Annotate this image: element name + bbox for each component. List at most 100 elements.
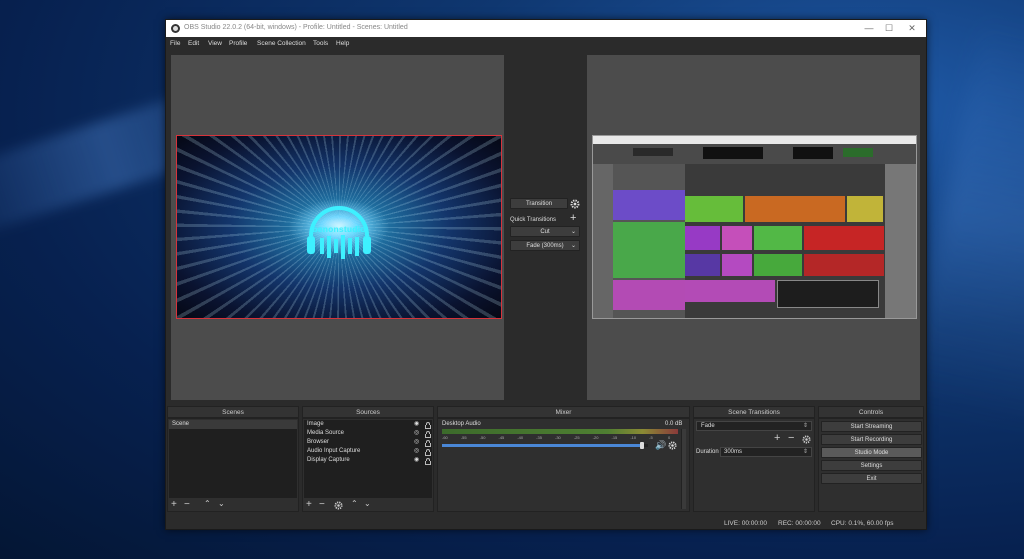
menu-edit[interactable]: Edit bbox=[188, 40, 199, 47]
daw-menubar bbox=[593, 136, 916, 144]
program-panel[interactable] bbox=[587, 55, 920, 400]
mixer-dock: Desktop Audio 0.0 dB -60 -55 -50 -45 -40 -35-… bbox=[437, 418, 690, 512]
quick-transitions-label: Quick Transitions bbox=[510, 217, 557, 223]
scene-item[interactable]: Scene bbox=[172, 421, 189, 427]
add-source-plus-icon[interactable]: + bbox=[306, 499, 312, 510]
menu-profile[interactable]: Profile bbox=[229, 40, 247, 47]
menu-help[interactable]: Help bbox=[336, 40, 349, 47]
move-up-chevron-icon[interactable]: ⌃ bbox=[351, 499, 358, 508]
start-streaming-button[interactable]: Start Streaming bbox=[821, 421, 922, 432]
transition-select[interactable]: Fade ⇕ bbox=[696, 421, 812, 431]
source-item-image[interactable]: Image bbox=[307, 421, 324, 427]
mixer-dock-header: Mixer bbox=[437, 406, 690, 418]
settings-button[interactable]: Settings bbox=[821, 460, 922, 471]
preview-image-source[interactable]: benonstudio bbox=[176, 135, 502, 319]
move-down-chevron-icon[interactable]: ⌄ bbox=[364, 499, 371, 508]
gear-icon[interactable] bbox=[570, 199, 580, 209]
transition-settings-gear-icon[interactable] bbox=[802, 435, 811, 444]
mixer-channel-name: Desktop Audio bbox=[442, 421, 481, 427]
move-down-chevron-icon[interactable]: ⌄ bbox=[218, 499, 225, 508]
cut-button[interactable]: Cut ⌄ bbox=[510, 226, 580, 237]
maximize-button[interactable]: ☐ bbox=[882, 23, 896, 34]
visibility-eye-icon[interactable]: ◉ bbox=[414, 420, 419, 427]
exit-button[interactable]: Exit bbox=[821, 473, 922, 484]
visibility-eye-off-icon[interactable]: ◎ bbox=[414, 447, 419, 454]
speaker-icon[interactable]: 🔊 bbox=[655, 440, 666, 451]
minimize-button[interactable]: — bbox=[862, 23, 876, 33]
lock-icon[interactable] bbox=[425, 458, 431, 465]
add-scene-plus-icon[interactable]: + bbox=[171, 499, 177, 510]
meter-scale-label: 0 bbox=[668, 435, 671, 440]
add-quick-transition-plus-icon[interactable]: + bbox=[570, 212, 576, 224]
visibility-eye-off-icon[interactable]: ◎ bbox=[414, 429, 419, 436]
visibility-eye-off-icon[interactable]: ◎ bbox=[414, 438, 419, 445]
meter-scale-label: -25 bbox=[573, 435, 580, 440]
preview-panel[interactable]: benonstudio bbox=[171, 55, 504, 400]
meter-scale: -60 -55 -50 -45 -40 -35 -30 -25 -20 -15 -10 -5 0 bbox=[442, 435, 678, 442]
obs-window: OBS Studio 22.0.2 (64-bit, windows) - Pr… bbox=[165, 19, 927, 530]
remove-source-minus-icon[interactable]: − bbox=[319, 499, 325, 510]
menu-file[interactable]: File bbox=[170, 40, 180, 47]
remove-transition-minus-icon[interactable]: − bbox=[788, 432, 794, 444]
source-item-audio-input-capture[interactable]: Audio Input Capture bbox=[307, 448, 360, 454]
menu-view[interactable]: View bbox=[208, 40, 222, 47]
fade-300ms-button[interactable]: Fade (300ms) ⌄ bbox=[510, 240, 580, 251]
daw-waveform-area bbox=[685, 164, 885, 318]
cut-label: Cut bbox=[540, 229, 550, 235]
source-properties-gear-icon[interactable] bbox=[334, 501, 343, 510]
mixer-scrollbar[interactable] bbox=[681, 429, 686, 509]
controls-dock-header: Controls bbox=[818, 406, 924, 418]
mixer-db-value: 0.0 dB bbox=[665, 421, 683, 427]
title-bar[interactable]: OBS Studio 22.0.2 (64-bit, windows) - Pr… bbox=[166, 20, 926, 37]
move-up-chevron-icon[interactable]: ⌃ bbox=[204, 499, 211, 508]
lock-icon[interactable] bbox=[425, 440, 431, 447]
menu-scene-collection[interactable]: Scene Collection bbox=[257, 40, 306, 47]
add-transition-plus-icon[interactable]: + bbox=[774, 432, 780, 444]
fade-label: Fade (300ms) bbox=[526, 243, 564, 249]
meter-scale-label: -20 bbox=[592, 435, 599, 440]
meter-scale-label: -40 bbox=[517, 435, 524, 440]
duration-value: 300ms bbox=[724, 449, 743, 455]
daw-track-headers bbox=[613, 164, 685, 318]
cpu-status: CPU: 0.1%, 60.00 fps bbox=[831, 520, 894, 527]
source-item-browser[interactable]: Browser bbox=[307, 439, 329, 445]
chevron-down-icon: ⌄ bbox=[570, 243, 576, 249]
spin-arrows-icon: ⇕ bbox=[802, 423, 808, 429]
logo-text: benonstudio bbox=[312, 224, 366, 234]
daw-track-list bbox=[593, 164, 613, 318]
volume-slider-handle[interactable] bbox=[639, 442, 644, 449]
lock-icon[interactable] bbox=[425, 422, 431, 429]
meter-scale-label: -5 bbox=[649, 435, 653, 440]
transition-button[interactable]: Transition bbox=[510, 198, 568, 209]
live-status: LIVE: 00:00:00 bbox=[724, 520, 768, 527]
source-item-display-capture[interactable]: Display Capture bbox=[307, 457, 350, 463]
meter-scale-label: -60 bbox=[442, 435, 448, 440]
duration-label: Duration bbox=[696, 449, 719, 455]
mixer-settings-gear-icon[interactable] bbox=[668, 441, 677, 450]
sources-list[interactable]: Image Media Source Browser Audio Input C… bbox=[304, 420, 432, 498]
visibility-eye-icon[interactable]: ◉ bbox=[414, 456, 419, 463]
menu-tools[interactable]: Tools bbox=[313, 40, 328, 47]
sources-dock-header: Sources bbox=[302, 406, 434, 418]
duration-input[interactable]: 300ms ⇕ bbox=[720, 447, 812, 457]
remove-scene-minus-icon[interactable]: − bbox=[184, 499, 190, 510]
chevron-down-icon: ⌄ bbox=[570, 229, 576, 235]
spin-arrows-icon[interactable]: ⇕ bbox=[803, 448, 808, 455]
display-capture-daw[interactable] bbox=[592, 135, 917, 319]
meter-scale-label: -15 bbox=[611, 435, 618, 440]
scenes-list[interactable]: Scene bbox=[169, 420, 297, 498]
lock-icon[interactable] bbox=[425, 431, 431, 438]
rec-status: REC: 00:00:00 bbox=[778, 520, 821, 527]
source-item-media-source[interactable]: Media Source bbox=[307, 430, 344, 436]
scene-transitions-dock-header: Scene Transitions bbox=[693, 406, 815, 418]
audio-meter bbox=[442, 429, 678, 434]
volume-slider-fill bbox=[442, 444, 642, 447]
volume-slider[interactable] bbox=[442, 442, 648, 449]
meter-scale-label: -10 bbox=[630, 435, 637, 440]
studio-mode-button[interactable]: Studio Mode bbox=[821, 447, 922, 458]
close-button[interactable]: ✕ bbox=[905, 23, 919, 34]
lock-icon[interactable] bbox=[425, 449, 431, 456]
start-recording-button[interactable]: Start Recording bbox=[821, 434, 922, 445]
meter-scale-label: -50 bbox=[479, 435, 486, 440]
daw-right-panel bbox=[885, 164, 916, 318]
